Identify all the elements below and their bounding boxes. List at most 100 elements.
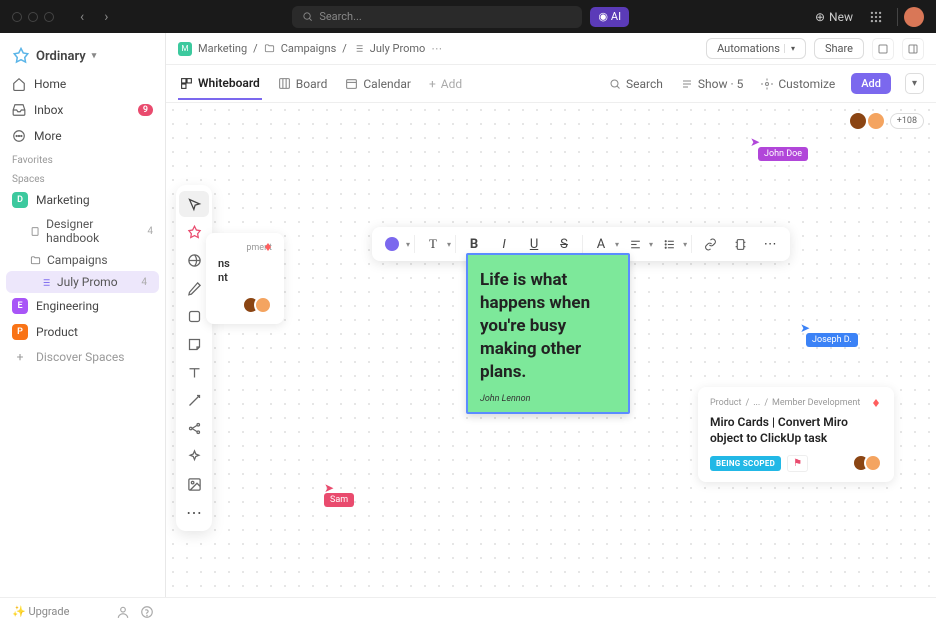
add-caret[interactable]: ▾ <box>905 73 924 94</box>
tool-select[interactable] <box>179 191 209 217</box>
tool-more[interactable]: ⋯ <box>179 499 209 525</box>
card2-flag-icon[interactable]: ⚑ <box>787 455 808 472</box>
content-area: M Marketing/ Campaigns/ July Promo ⋯ Aut… <box>166 33 936 597</box>
tool-connector[interactable] <box>179 387 209 413</box>
crumb-july[interactable]: July Promo <box>370 42 426 55</box>
tool-text[interactable] <box>179 359 209 385</box>
workspace-selector[interactable]: Ordinary ▾ <box>0 41 165 71</box>
show-icon <box>681 78 693 90</box>
space-engineering[interactable]: E Engineering <box>0 293 165 319</box>
spaces-section: Spaces <box>0 168 165 187</box>
tool-task[interactable] <box>179 219 209 245</box>
crumb-space-badge: M <box>178 42 192 56</box>
search-icon <box>609 78 621 90</box>
tab-calendar[interactable]: Calendar <box>343 69 413 99</box>
space-marketing[interactable]: D Marketing <box>0 187 165 213</box>
view-customize[interactable]: Customize <box>759 69 837 99</box>
folder-icon <box>264 43 275 54</box>
collaborators[interactable]: +108 <box>854 111 924 131</box>
fmt-more[interactable]: ⋯ <box>756 231 784 257</box>
sidebar-july-promo[interactable]: July Promo 4 <box>6 271 159 293</box>
fmt-list[interactable] <box>655 231 683 257</box>
fmt-clip[interactable] <box>726 231 754 257</box>
view-search[interactable]: Search <box>607 69 665 99</box>
nav-home[interactable]: Home <box>0 71 165 97</box>
tool-web[interactable] <box>179 247 209 273</box>
cursor-label-joseph: Joseph D. <box>806 333 858 347</box>
share-button[interactable]: Share <box>814 38 864 59</box>
nav-inbox[interactable]: Inbox 9 <box>0 97 165 123</box>
sticky-author: John Lennon <box>480 394 616 404</box>
sticky-note[interactable]: Life is what happens when you're busy ma… <box>466 253 630 414</box>
workspace-logo-icon <box>12 47 30 65</box>
search-input[interactable]: Search... <box>292 6 582 28</box>
panel-icon[interactable] <box>902 38 924 60</box>
tab-board[interactable]: Board <box>276 69 330 99</box>
new-button[interactable]: ⊕ New <box>807 10 861 24</box>
ai-button[interactable]: ◉ AI <box>590 7 629 27</box>
search-placeholder: Search... <box>319 10 362 23</box>
inbox-badge: 9 <box>138 104 153 116</box>
view-show[interactable]: Show · 5 <box>679 69 745 99</box>
doc-icon <box>30 226 40 237</box>
automations-button[interactable]: Automations▾ <box>706 38 806 59</box>
crumb-marketing[interactable]: Marketing <box>198 42 247 55</box>
list-icon <box>353 43 364 54</box>
card2-status-tag[interactable]: BEING SCOPED <box>710 456 781 471</box>
whiteboard-icon <box>180 77 193 90</box>
add-button[interactable]: Add <box>851 73 891 94</box>
cursor-label-john: John Doe <box>758 147 808 161</box>
tool-sticky[interactable] <box>179 331 209 357</box>
crumb-campaigns[interactable]: Campaigns <box>281 42 337 55</box>
folder-icon <box>30 255 41 266</box>
tool-image[interactable] <box>179 471 209 497</box>
user-icon[interactable] <box>116 605 130 619</box>
home-icon <box>12 77 26 91</box>
settings-icon <box>761 78 773 90</box>
notif-icon[interactable] <box>872 38 894 60</box>
inbox-icon <box>12 103 26 117</box>
space-engineering-badge: E <box>12 298 28 314</box>
nav-more[interactable]: More <box>0 123 165 149</box>
calendar-icon <box>345 77 358 90</box>
fmt-fill-color[interactable] <box>378 231 406 257</box>
clickup-logo-icon <box>870 397 882 409</box>
user-avatar[interactable] <box>904 7 924 27</box>
tab-bar: Whiteboard Board Calendar + Add Search S… <box>166 65 936 103</box>
maximize-dot[interactable] <box>44 12 54 22</box>
upgrade-button[interactable]: ✨ Upgrade <box>12 605 69 618</box>
close-dot[interactable] <box>12 12 22 22</box>
fmt-font[interactable]: T <box>419 231 447 257</box>
crumb-more-icon[interactable]: ⋯ <box>431 42 442 55</box>
card1-avatar-2 <box>254 296 272 314</box>
tool-pen[interactable] <box>179 275 209 301</box>
nav-forward[interactable]: › <box>98 7 114 27</box>
discover-spaces[interactable]: + Discover Spaces <box>0 345 165 369</box>
task-card-1[interactable]: pment nsnt <box>206 233 284 324</box>
sticky-text[interactable]: Life is what happens when you're busy ma… <box>480 269 616 384</box>
apps-icon[interactable] <box>869 10 883 24</box>
fmt-link[interactable] <box>696 231 724 257</box>
collab-avatar-2[interactable] <box>866 111 886 131</box>
task-card-2[interactable]: Product / ... / Member Development Miro … <box>698 387 894 482</box>
collab-avatar-1[interactable] <box>848 111 868 131</box>
whiteboard-canvas[interactable]: +108 ⋯ ▾ T▾ <box>166 103 936 597</box>
minimize-dot[interactable] <box>28 12 38 22</box>
cursor-label-sam: Sam <box>324 493 354 507</box>
space-marketing-badge: D <box>12 192 28 208</box>
board-icon <box>278 77 291 90</box>
sidebar: Ordinary ▾ Home Inbox 9 More Favorites S… <box>0 33 166 597</box>
collab-count[interactable]: +108 <box>890 113 924 129</box>
card2-avatar-2 <box>864 454 882 472</box>
clickup-logo-icon <box>262 241 274 253</box>
tab-whiteboard[interactable]: Whiteboard <box>178 68 262 100</box>
sidebar-handbook[interactable]: Designer handbook 4 <box>0 213 165 249</box>
tool-shape[interactable] <box>179 303 209 329</box>
tab-add[interactable]: + Add <box>427 69 464 99</box>
help-icon[interactable] <box>140 605 154 619</box>
sidebar-campaigns[interactable]: Campaigns <box>0 249 165 271</box>
space-product[interactable]: P Product <box>0 319 165 345</box>
tool-relation[interactable] <box>179 415 209 441</box>
nav-back[interactable]: ‹ <box>74 7 90 27</box>
tool-ai[interactable] <box>179 443 209 469</box>
